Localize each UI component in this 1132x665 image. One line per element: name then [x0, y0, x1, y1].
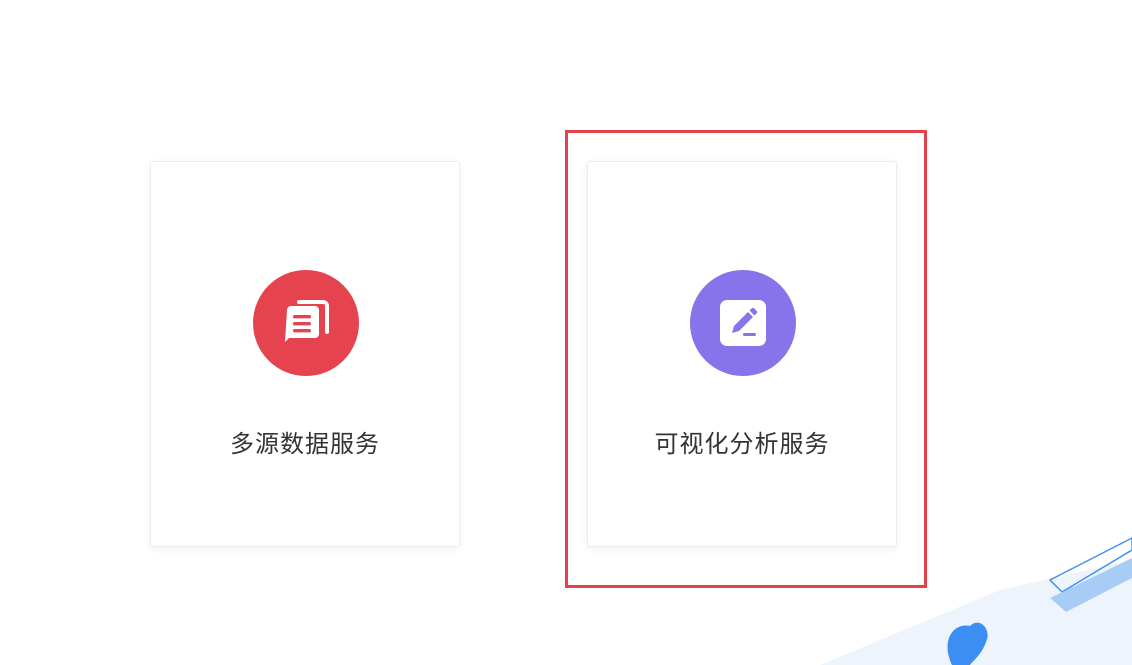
card-multi-source-data-service[interactable]: 多源数据服务 — [150, 161, 460, 547]
document-stack-icon — [253, 270, 359, 376]
card-label-multi-source-data-service: 多源数据服务 — [230, 430, 380, 458]
card-label-visual-analysis-service: 可视化分析服务 — [654, 430, 830, 458]
card-visual-analysis-service[interactable]: 可视化分析服务 — [587, 161, 897, 547]
edit-icon — [690, 270, 796, 376]
